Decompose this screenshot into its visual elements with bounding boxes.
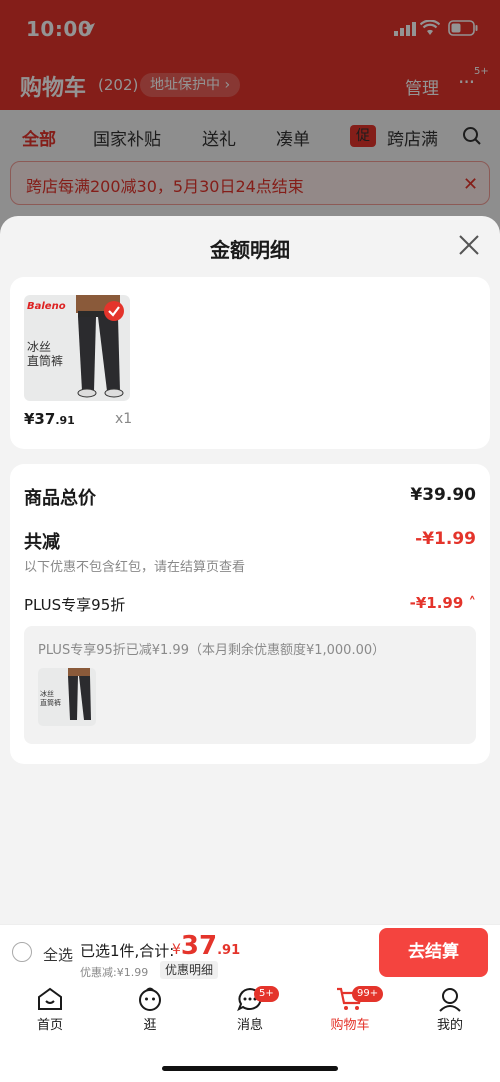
- close-icon[interactable]: [458, 234, 480, 256]
- browse-icon: [139, 987, 161, 1011]
- product-price: ¥37.91: [24, 410, 75, 428]
- tab-cart[interactable]: 99+ 购物车: [310, 986, 390, 1033]
- tab-browse[interactable]: 逛: [110, 986, 190, 1033]
- select-all-radio[interactable]: [12, 942, 32, 962]
- messages-badge: 5+: [254, 986, 279, 1002]
- selected-info: 已选1件,合计:: [80, 942, 175, 960]
- plus-discount-detail: PLUS专享95折已减¥1.99（本月剩余优惠额度¥1,000.00） 冰丝 直…: [24, 626, 476, 744]
- home-icon: [38, 987, 62, 1010]
- plus-discount-detail-text: PLUS专享95折已减¥1.99（本月剩余优惠额度¥1,000.00）: [38, 643, 386, 658]
- product-quantity: x1: [115, 411, 133, 427]
- tab-messages[interactable]: 5+ 消息: [210, 986, 290, 1033]
- tab-cart-label: 购物车: [330, 1018, 370, 1033]
- checkout-button[interactable]: 去结算: [379, 928, 488, 977]
- product-thumbnail[interactable]: Baleno 冰丝 直筒裤: [24, 295, 130, 401]
- plus-discount-value: -¥1.99: [409, 594, 464, 612]
- reduce-label: 共减: [24, 532, 60, 553]
- price-breakdown-card: 商品总价 ¥39.90 共减 -¥1.99 以下优惠不包含红包，请在结算页查看 …: [10, 464, 490, 764]
- tab-mine-label: 我的: [436, 1018, 463, 1033]
- total-int: 37: [180, 931, 218, 961]
- discount-note: 以下优惠不包含红包，请在结算页查看: [24, 560, 246, 575]
- total-dec: .91: [217, 943, 241, 958]
- plus-discount-toggle[interactable]: -¥1.99 ˄: [410, 594, 476, 612]
- home-indicator: [162, 1066, 338, 1071]
- product-price-dec: .91: [55, 414, 75, 427]
- plus-product-thumbnail: 冰丝 直筒裤: [38, 668, 96, 726]
- tab-messages-label: 消息: [236, 1018, 263, 1033]
- plus-product-caption: 冰丝 直筒裤: [40, 690, 61, 707]
- product-price-int: ¥37: [24, 410, 56, 428]
- bottom-tab-bar: 首页 逛 5+ 消息 99+ 购物车 我的: [0, 982, 500, 1082]
- total-label: 商品总价: [24, 488, 96, 509]
- discount-detail-button[interactable]: 优惠明细: [160, 961, 219, 979]
- selected-check-icon: [104, 301, 124, 321]
- reduce-value: -¥1.99: [415, 529, 476, 549]
- sheet-title: 金额明细: [210, 238, 290, 262]
- product-card: Baleno 冰丝 直筒裤 ¥37.91 x1: [10, 277, 490, 449]
- chevron-up-icon: ˄: [468, 594, 477, 612]
- cart-badge: 99+: [352, 986, 384, 1002]
- profile-icon: [439, 988, 461, 1012]
- select-all-label[interactable]: 全选: [43, 944, 73, 965]
- total-currency: ¥: [172, 942, 181, 958]
- tab-browse-label: 逛: [143, 1018, 157, 1033]
- product-caption: 冰丝 直筒裤: [27, 340, 64, 368]
- checkout-bar: 全选 已选1件,合计: ¥37.91 优惠减:¥1.99 优惠明细 去结算: [0, 924, 500, 982]
- total-value: ¥39.90: [410, 485, 476, 505]
- plus-discount-label: PLUS专享95折: [24, 596, 126, 614]
- tab-home[interactable]: 首页: [10, 986, 90, 1033]
- amount-detail-sheet: 金额明细 Baleno 冰丝 直筒裤 ¥37.91 x1 商品总价 ¥39.90: [0, 216, 500, 924]
- total-price: ¥37.91: [172, 931, 240, 961]
- tab-mine[interactable]: 我的: [410, 986, 490, 1033]
- discount-summary: 优惠减:¥1.99: [80, 966, 149, 979]
- tab-home-label: 首页: [36, 1018, 63, 1033]
